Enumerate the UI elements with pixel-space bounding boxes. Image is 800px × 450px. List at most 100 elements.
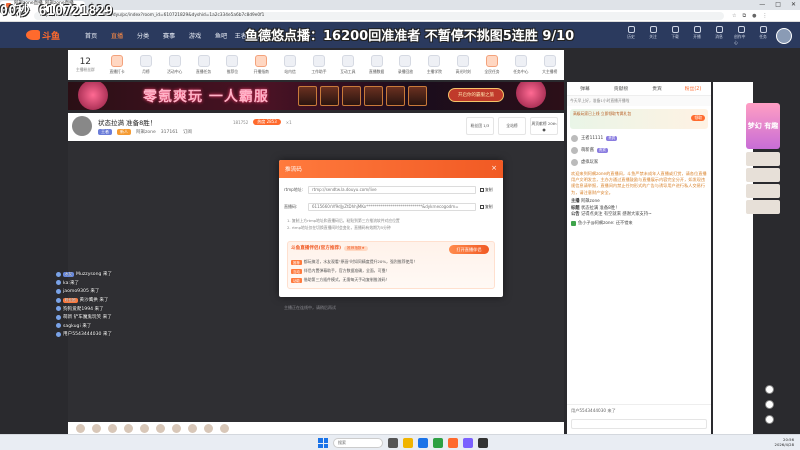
minimize-button[interactable]: —: [759, 1, 765, 8]
header-history[interactable]: 历史: [624, 26, 638, 46]
ad-thumb[interactable]: [746, 184, 780, 198]
fan-group-count[interactable]: 12 主播粉丝群: [68, 57, 103, 73]
clock-icon: [627, 26, 635, 33]
tool-item[interactable]: 直播打卡: [103, 55, 132, 75]
url-input[interactable]: https://www.douyu.com/6110586/dyu/pc/ind…: [34, 11, 724, 20]
close-window-button[interactable]: ✕: [791, 1, 796, 8]
nav-events[interactable]: 赛事: [156, 31, 182, 40]
profile-icon[interactable]: ●: [752, 13, 756, 19]
tool-item[interactable]: 活动中心: [160, 55, 189, 75]
flower-decoration-icon: [78, 82, 108, 110]
gift-icon[interactable]: [108, 423, 117, 433]
user-avatar[interactable]: [776, 28, 792, 44]
maximize-button[interactable]: □: [775, 1, 781, 8]
tool-item[interactable]: 高光时刻: [449, 55, 478, 75]
taskbar-search[interactable]: 搜索: [333, 438, 383, 448]
tool-item[interactable]: 全民任务: [478, 55, 507, 75]
tool-item[interactable]: 录播回放: [391, 55, 420, 75]
close-icon[interactable]: ×: [491, 164, 497, 172]
promo-card[interactable]: 高级玩家已上线 立即领取专属礼包 领取: [570, 109, 708, 129]
ad-thumb[interactable]: [746, 152, 780, 166]
rtmp-field[interactable]: rtmp://sendtw.la.douyu.com/live: [308, 185, 476, 194]
nav-games[interactable]: 游戏: [182, 31, 208, 40]
gift-icon[interactable]: [140, 423, 149, 433]
app-icon[interactable]: [463, 438, 473, 448]
tab-fans[interactable]: 粉丝(2): [675, 85, 711, 92]
anchor-name[interactable]: 阿飙zone: [136, 129, 156, 135]
all-station-rank[interactable]: 全站榜: [498, 117, 526, 135]
weekly-rank[interactable]: 周贡献榜 20th ●: [530, 117, 558, 135]
gift-icon[interactable]: [92, 423, 101, 433]
vip-user[interactable]: 萌新酱 贵宾: [567, 144, 711, 156]
nav-live[interactable]: 直播: [104, 31, 130, 40]
app-icon[interactable]: [433, 438, 443, 448]
gift-icon[interactable]: [156, 423, 165, 433]
copy-rtmp-button[interactable]: 复制: [480, 187, 493, 193]
tab-vip[interactable]: 贵宾: [639, 85, 675, 92]
browser-icon[interactable]: [418, 438, 428, 448]
star-icon[interactable]: ☆: [732, 13, 736, 19]
header-go-live[interactable]: 开播: [690, 26, 704, 46]
nav-fishbar[interactable]: 鱼吧: [208, 31, 234, 40]
banner-gifts: [298, 86, 427, 106]
tool-item[interactable]: 主播学院: [420, 55, 449, 75]
tool-item[interactable]: 任务中心: [506, 55, 535, 75]
open-companion-button[interactable]: 打开直播伴侣: [449, 245, 489, 254]
clock[interactable]: 20:56 2026/4/28: [775, 437, 794, 447]
start-icon[interactable]: [318, 438, 328, 448]
app-icon[interactable]: [478, 438, 488, 448]
fan-club-box[interactable]: 粉丝团 1/3: [466, 117, 494, 135]
extensions-icon[interactable]: ⧉: [742, 13, 746, 19]
game-tag[interactable]: 王者: [98, 129, 112, 135]
settings-icon[interactable]: [765, 400, 774, 409]
anchor-toolbar: 12 主播粉丝群 直播打卡 月榜 活动中心 直播任务 推荐位 开播指南 站内信 …: [68, 50, 564, 80]
task-view-icon[interactable]: [388, 438, 398, 448]
banner-cta[interactable]: 开启你的霸服之旅: [448, 88, 504, 102]
douyu-app-icon[interactable]: [448, 438, 458, 448]
tab-danmu[interactable]: 弹幕: [567, 85, 603, 92]
feedback-icon[interactable]: [765, 385, 774, 394]
header-creator[interactable]: 创作中心: [734, 26, 748, 46]
gift-icon[interactable]: [76, 423, 85, 433]
tool-item[interactable]: 互动工具: [333, 55, 362, 75]
header-tasks[interactable]: 任务: [756, 26, 770, 46]
gift-icon[interactable]: [204, 423, 213, 433]
gift-icon[interactable]: [220, 423, 229, 433]
claim-button[interactable]: 领取: [691, 115, 705, 121]
anchor-avatar[interactable]: [72, 116, 92, 136]
tab-contribution[interactable]: 贡献榜: [603, 85, 639, 92]
tool-item[interactable]: 月榜: [131, 55, 160, 75]
back-to-top-icon[interactable]: [765, 415, 774, 424]
copy-key-button[interactable]: 复制: [480, 204, 493, 210]
tool-icon: [139, 55, 152, 67]
tool-item[interactable]: 大主播榜: [535, 55, 564, 75]
side-ad[interactable]: 梦幻 有趣: [746, 103, 780, 149]
tool-item[interactable]: 推荐位: [218, 55, 247, 75]
nav-home[interactable]: 首页: [78, 31, 104, 40]
promo-line: 互动 伴侣内置弹幕助手，官方数据准确，全面，可靠！: [291, 268, 390, 274]
header-messages[interactable]: 消息: [712, 26, 726, 46]
menu-icon[interactable]: ⋮: [762, 13, 767, 19]
tool-item[interactable]: 站内信: [276, 55, 305, 75]
vip-user[interactable]: 虚拟玩家: [567, 156, 711, 168]
gift-icon[interactable]: [124, 423, 133, 433]
tool-item[interactable]: 开播指南: [247, 55, 276, 75]
stream-key-field[interactable]: 6115660rVf9dJyZtDhhjMKo*****************…: [308, 202, 476, 211]
header-download[interactable]: 下载: [668, 26, 682, 46]
tool-item[interactable]: 直播数据: [362, 55, 391, 75]
ad-thumb[interactable]: [746, 168, 780, 182]
chat-input[interactable]: [571, 419, 707, 429]
tool-item[interactable]: 工作助手: [305, 55, 334, 75]
tool-icon: [514, 55, 527, 67]
gift-icon[interactable]: [188, 423, 197, 433]
tool-item[interactable]: 直播任务: [189, 55, 218, 75]
nav-category[interactable]: 分类: [130, 31, 156, 40]
douyu-logo[interactable]: 斗鱼: [26, 25, 76, 45]
ad-banner[interactable]: 零氪爽玩 一人霸服 开启你的霸服之旅: [68, 82, 564, 110]
ad-thumb[interactable]: [746, 200, 780, 214]
header-follow[interactable]: 关注: [646, 26, 660, 46]
vip-user[interactable]: 王者11111 贵宾: [567, 132, 711, 144]
subscribe-link[interactable]: 订阅: [183, 129, 192, 135]
gift-icon[interactable]: [172, 423, 181, 433]
file-explorer-icon[interactable]: [403, 438, 413, 448]
